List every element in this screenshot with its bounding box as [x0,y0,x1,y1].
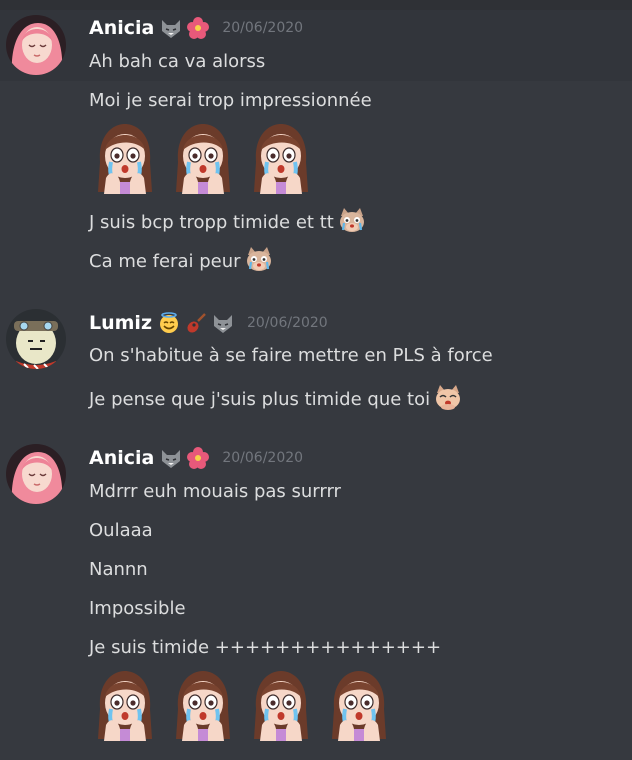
username[interactable]: Lumiz [89,312,152,334]
message-text-line: J suis bcp tropp timide et tt [89,206,366,235]
username[interactable]: Anicia [89,17,154,39]
wolf-emote-icon [212,312,234,334]
crying-cat-emote-icon[interactable] [338,206,366,234]
message-header: Anicia 20/06/2020 [89,15,303,41]
top-bar [0,0,632,10]
crying-girl-emote-icon[interactable] [92,669,158,741]
message-text: Je pense que j'suis plus timide que toi [89,389,431,410]
message-text: Ah bah ca va alorss [89,51,266,72]
crying-girl-emote-icon[interactable] [326,669,392,741]
avatar[interactable] [6,309,66,369]
message-text: Ca me ferai peur [89,251,241,272]
emote-row [92,122,326,197]
username[interactable]: Anicia [89,447,154,469]
message-text-line: Ca me ferai peur [89,245,273,274]
crying-girl-emote-icon[interactable] [248,669,314,741]
message-text: Moi je serai trop impressionnée [89,90,372,111]
avatar[interactable] [6,444,66,504]
timestamp[interactable]: 20/06/2020 [222,450,303,466]
crying-girl-emote-icon[interactable] [92,122,158,194]
halo-smile-icon [158,312,180,334]
message-text: Nannn [89,559,148,580]
avatar[interactable] [6,15,66,75]
message-header: Lumiz 20/06/2020 [89,310,328,336]
hibiscus-icon [187,17,209,39]
wolf-emote-icon [160,447,182,469]
crying-girl-emote-icon[interactable] [170,122,236,194]
message-text: J suis bcp tropp timide et tt [89,212,334,233]
message-text: Je suis timide +++++++++++++++ [89,637,442,658]
avatar-anicia-icon [6,444,66,504]
crying-girl-emote-icon[interactable] [248,122,314,194]
timestamp[interactable]: 20/06/2020 [247,315,328,331]
message-text-line: Je pense que j'suis plus timide que toi [89,383,462,412]
message-text: On s'habitue à se faire mettre en PLS à … [89,345,493,366]
message-text: Impossible [89,598,186,619]
laughing-cat-emote-icon[interactable] [434,383,462,411]
crying-cat-emote-icon[interactable] [245,245,273,273]
timestamp[interactable]: 20/06/2020 [222,20,303,36]
crying-girl-emote-icon[interactable] [170,669,236,741]
wolf-emote-icon [160,17,182,39]
avatar-anicia-icon [6,15,66,75]
avatar-lumiz-icon [6,309,66,369]
message-header: Anicia 20/06/2020 [89,445,303,471]
message-text: Mdrrr euh mouais pas surrrr [89,481,341,502]
guitar-icon [185,312,207,334]
emote-row [92,669,404,744]
message-text: Oulaaa [89,520,153,541]
hibiscus-icon [187,447,209,469]
